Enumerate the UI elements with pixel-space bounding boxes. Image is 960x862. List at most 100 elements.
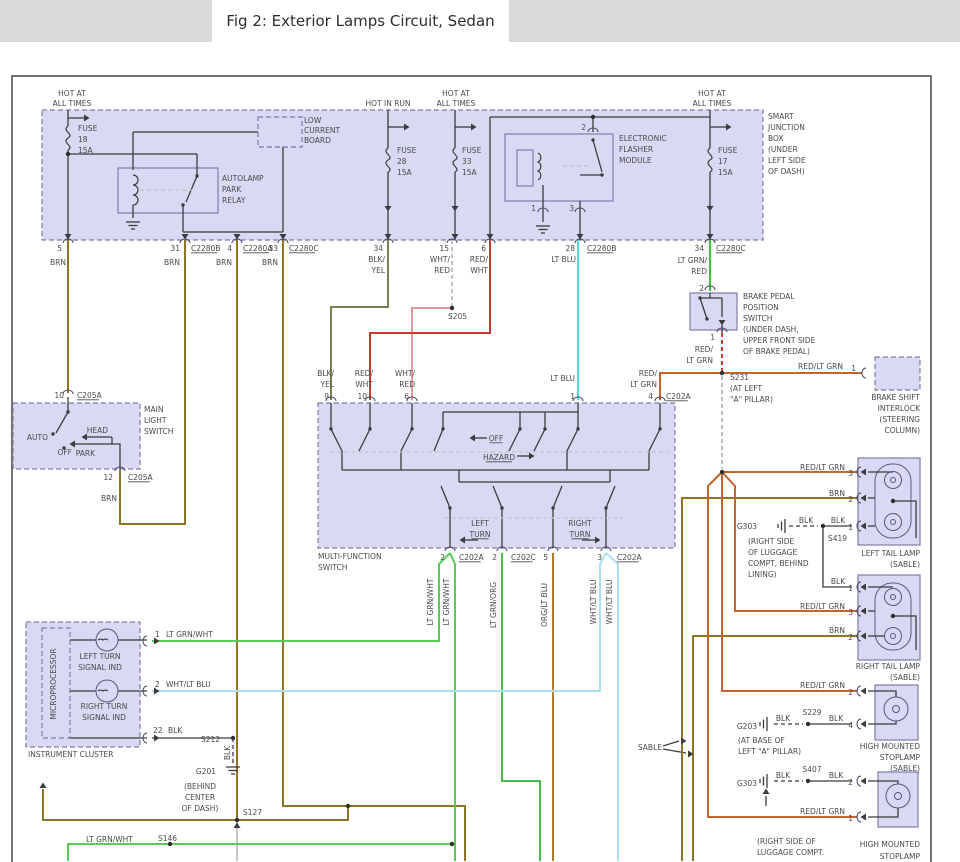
label-center: CENTER bbox=[185, 793, 215, 802]
figure-title: Fig 2: Exterior Lamps Circuit, Sedan bbox=[226, 12, 495, 30]
label-s229: S229 bbox=[802, 708, 821, 717]
contact-dot-4 bbox=[658, 427, 662, 431]
label-blk: BLK bbox=[776, 771, 791, 780]
label-c2280c: C2280C bbox=[289, 244, 319, 253]
label-22: 22 bbox=[153, 726, 163, 735]
label-microprocessor: MICROPROCESSOR bbox=[49, 648, 58, 719]
label-left-turn: LEFT TURN bbox=[80, 652, 121, 661]
label-red-: RED/ bbox=[470, 255, 489, 264]
label-10: 10 bbox=[54, 391, 64, 400]
label-electronic: ELECTRONIC bbox=[619, 134, 667, 143]
contact-dot-11 bbox=[604, 506, 608, 510]
arrow-icon-39 bbox=[233, 822, 241, 828]
label-column-: COLUMN) bbox=[885, 426, 921, 435]
arrow-icon-33 bbox=[860, 813, 866, 821]
label-turn: TURN bbox=[469, 530, 491, 539]
label-15a: 15A bbox=[397, 168, 413, 177]
label-brn: BRN bbox=[101, 494, 117, 503]
label-1: 1 bbox=[848, 523, 853, 532]
label-red-: RED/ bbox=[639, 369, 658, 378]
label-box: BOX bbox=[768, 134, 784, 143]
label-yel: YEL bbox=[371, 266, 386, 275]
label-lt-grn-org: LT GRN/ORG bbox=[489, 582, 498, 628]
contact-dot-5 bbox=[518, 427, 522, 431]
label-15a: 15A bbox=[718, 168, 734, 177]
label-c202c: C202C bbox=[511, 553, 536, 562]
label-junction: JUNCTION bbox=[767, 123, 805, 132]
label-s419: S419 bbox=[828, 534, 847, 543]
connector-icon-36 bbox=[142, 635, 148, 647]
connector-icon-31 bbox=[856, 685, 862, 697]
label-10: 10 bbox=[357, 392, 367, 401]
label-red: RED bbox=[399, 380, 415, 389]
label-3: 3 bbox=[848, 469, 853, 478]
label-brn: BRN bbox=[164, 258, 180, 267]
contact-dot-15 bbox=[195, 174, 199, 178]
label-lt-blu: LT BLU bbox=[551, 255, 576, 264]
label-s212: S212 bbox=[201, 735, 220, 744]
label-red-lt-grn: RED/LT GRN bbox=[800, 602, 845, 611]
arrow-icon-30 bbox=[860, 687, 866, 695]
label--behind: (BEHIND bbox=[184, 782, 216, 791]
label-3: 3 bbox=[848, 608, 853, 617]
label-module: MODULE bbox=[619, 156, 652, 165]
contact-dot-12 bbox=[66, 410, 70, 414]
label-15a: 15A bbox=[462, 168, 478, 177]
label--sable-: (SABLE) bbox=[890, 560, 920, 569]
contact-dot-3 bbox=[576, 427, 580, 431]
splice-s127 bbox=[234, 817, 240, 823]
figure-page: HOT AT ALL TIMES HOT IN RUN HOT AT ALL TIMES… bbox=[0, 0, 960, 862]
label-lt-grn: LT GRN bbox=[630, 380, 657, 389]
label-3: 3 bbox=[597, 553, 602, 562]
contact-dot-10 bbox=[551, 506, 555, 510]
label-g303: G303 bbox=[737, 522, 757, 531]
label-brn: BRN bbox=[50, 258, 66, 267]
label-lt-grn: LT GRN bbox=[686, 356, 713, 365]
label-off: OFF bbox=[57, 448, 72, 457]
label-fuse: FUSE bbox=[78, 124, 98, 133]
label-blk-: BLK/ bbox=[317, 369, 334, 378]
label--under-dash-: (UNDER DASH, bbox=[743, 325, 799, 334]
label-1: 1 bbox=[851, 364, 856, 373]
label-red-lt-grn: RED/LT GRN bbox=[800, 681, 845, 690]
label-flasher: FLASHER bbox=[619, 145, 653, 154]
connector-icon-33 bbox=[856, 775, 862, 787]
label-stoplamp: STOPLAMP bbox=[880, 852, 921, 861]
splice-s231 bbox=[719, 370, 725, 376]
label-head: HEAD bbox=[87, 426, 109, 435]
label-blk: BLK bbox=[831, 516, 846, 525]
arrow-icon-19 bbox=[154, 734, 160, 742]
label-hazard: HAZARD bbox=[483, 453, 515, 462]
label-switch: SWITCH bbox=[318, 563, 347, 572]
label-g303: G303 bbox=[737, 779, 757, 788]
label-lt-blu: LT BLU bbox=[550, 374, 575, 383]
splice-s229 bbox=[805, 721, 811, 727]
contact-dot-9 bbox=[500, 506, 504, 510]
label-5: 5 bbox=[57, 244, 62, 253]
label-right-tail-lamp: RIGHT TAIL LAMP bbox=[856, 662, 921, 671]
label-yel: YEL bbox=[320, 380, 335, 389]
wire-lt-grn-org bbox=[501, 553, 541, 861]
label-brn: BRN bbox=[829, 489, 845, 498]
contact-dot-19 bbox=[698, 296, 702, 300]
label-all-times: ALL TIMES bbox=[53, 99, 92, 108]
label-auto: AUTO bbox=[27, 433, 48, 442]
label-fuse: FUSE bbox=[462, 146, 482, 155]
label-hot-at: HOT AT bbox=[698, 89, 726, 98]
label-1: 1 bbox=[531, 204, 536, 213]
label-low: LOW bbox=[304, 116, 322, 125]
label-g201: G201 bbox=[196, 767, 216, 776]
label-3: 3 bbox=[569, 204, 574, 213]
arrow-icon-20 bbox=[681, 737, 687, 745]
label-c205a: C205A bbox=[128, 473, 154, 482]
contact-dot-6 bbox=[543, 427, 547, 431]
label-c2280b: C2280B bbox=[191, 244, 220, 253]
label-6: 6 bbox=[481, 244, 486, 253]
label-brn: BRN bbox=[262, 258, 278, 267]
label-left-tail-lamp: LEFT TAIL LAMP bbox=[862, 549, 921, 558]
contact-dot-16 bbox=[181, 203, 185, 207]
label-4: 4 bbox=[227, 244, 232, 253]
label-all-times: ALL TIMES bbox=[693, 99, 732, 108]
label-33: 33 bbox=[462, 157, 472, 166]
label-turn: TURN bbox=[569, 530, 591, 539]
